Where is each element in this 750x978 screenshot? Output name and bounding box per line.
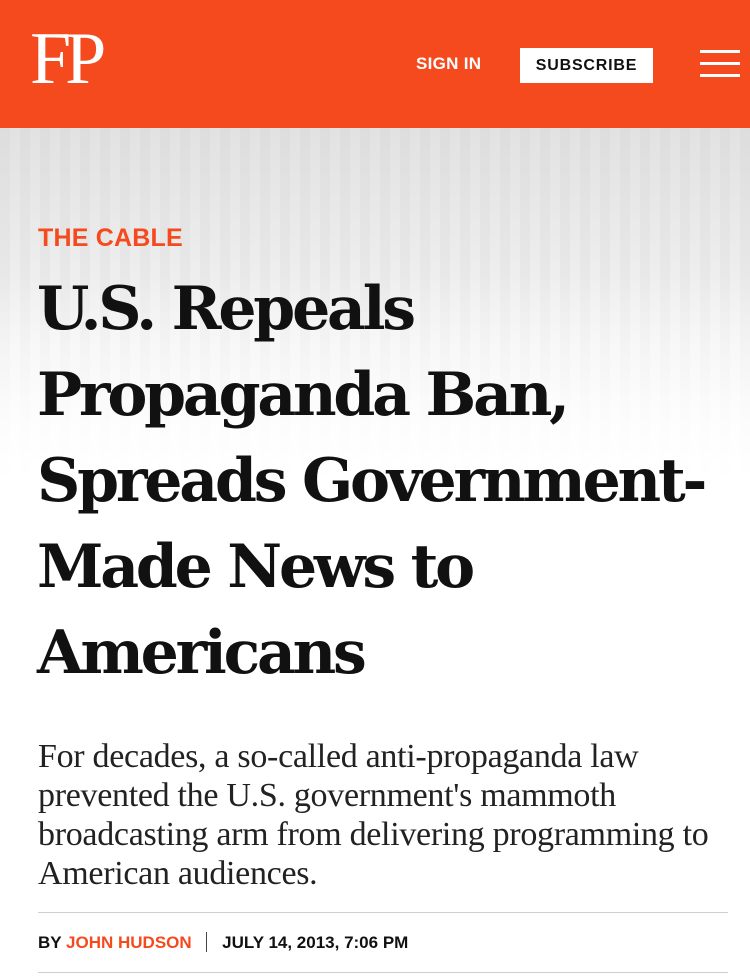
hamburger-menu-icon[interactable] (700, 50, 740, 80)
divider (38, 972, 728, 973)
site-header: FP SIGN IN SUBSCRIBE (0, 0, 750, 128)
subscribe-button[interactable]: SUBSCRIBE (520, 48, 653, 83)
divider (38, 912, 728, 913)
author-link[interactable]: JOHN HUDSON (66, 933, 192, 952)
publish-date: JULY 14, 2013, 7:06 PM (222, 933, 409, 952)
byline-prefix: BY (38, 933, 62, 952)
article-headline: U.S. Repeals Propaganda Ban, Spreads Gov… (37, 274, 707, 688)
article-dek: For decades, a so-called anti-propaganda… (38, 738, 709, 892)
fp-logo[interactable]: FP (30, 22, 106, 96)
section-kicker[interactable]: THE CABLE (38, 224, 183, 253)
sign-in-link[interactable]: SIGN IN (416, 54, 481, 74)
byline: BY JOHN HUDSON JULY 14, 2013, 7:06 PM (38, 932, 408, 953)
byline-separator (206, 932, 208, 952)
